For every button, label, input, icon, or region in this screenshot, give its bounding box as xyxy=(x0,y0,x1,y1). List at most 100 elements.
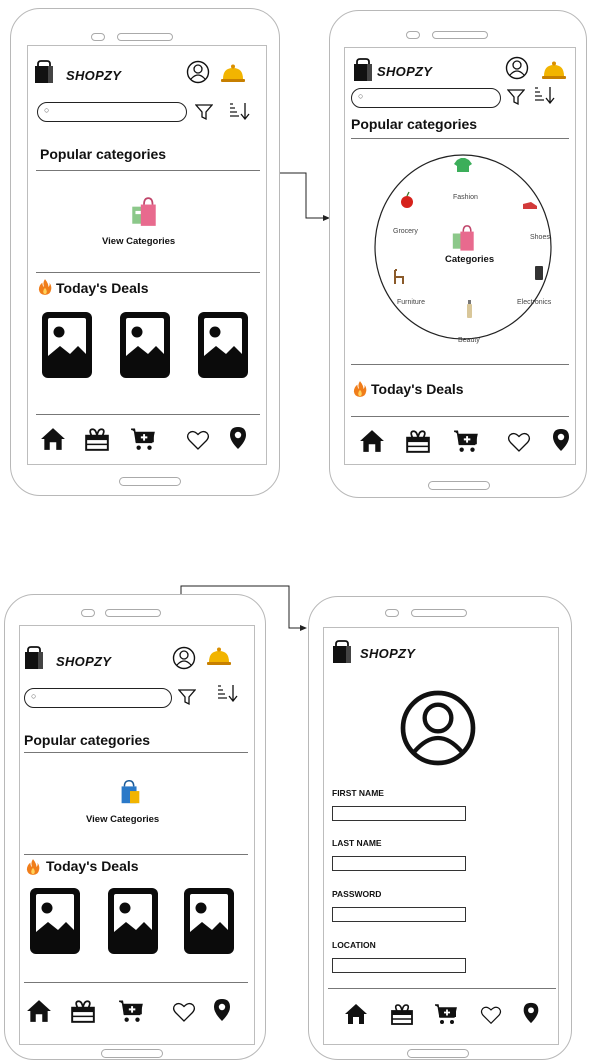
categories-center-label: Categories xyxy=(445,254,495,265)
phone-home-button xyxy=(119,477,181,486)
sort-icon[interactable] xyxy=(216,684,238,702)
sort-icon[interactable] xyxy=(228,102,250,120)
deal-image-placeholder[interactable] xyxy=(120,312,170,378)
divider xyxy=(24,854,248,855)
password-input[interactable] xyxy=(332,907,466,922)
brand-name: SHOPZY xyxy=(56,654,112,669)
cart-icon[interactable] xyxy=(118,998,144,1024)
filter-icon[interactable] xyxy=(178,688,196,706)
popular-categories-title: Popular categories xyxy=(351,116,478,132)
screen-categories: SHOPZY ○ Popular categories Fashion Shoe… xyxy=(344,47,576,465)
category-label-shoes[interactable]: Shoes xyxy=(530,234,550,241)
heart-icon[interactable] xyxy=(507,430,531,454)
deal-image-placeholder[interactable] xyxy=(198,312,248,378)
bottle-icon[interactable] xyxy=(467,304,472,318)
deal-image-placeholder[interactable] xyxy=(108,888,158,954)
phone-categories: SHOPZY ○ Popular categories Fashion Shoe… xyxy=(329,10,587,498)
brand-name: SHOPZY xyxy=(360,646,416,661)
deal-image-placeholder[interactable] xyxy=(42,312,92,378)
view-categories-link[interactable]: View Categories xyxy=(86,814,159,825)
divider xyxy=(328,988,556,989)
phone-camera xyxy=(81,609,95,617)
bell-icon[interactable] xyxy=(541,60,567,80)
location-pin-icon[interactable] xyxy=(226,426,250,450)
heart-icon[interactable] xyxy=(186,428,210,452)
location-label: LOCATION xyxy=(332,940,376,950)
cart-icon[interactable] xyxy=(434,1002,458,1026)
search-icon: ○ xyxy=(31,691,37,701)
home-icon[interactable] xyxy=(26,998,52,1024)
phone-home-button xyxy=(428,481,490,490)
phone-device-icon[interactable] xyxy=(535,266,543,280)
home-icon[interactable] xyxy=(344,1002,368,1026)
category-wheel xyxy=(374,154,552,340)
screen-home-alt: SHOPZY ○ Popular categories View Categor… xyxy=(19,625,255,1045)
deal-image-placeholder[interactable] xyxy=(184,888,234,954)
deal-image-placeholder[interactable] xyxy=(30,888,80,954)
password-label: PASSWORD xyxy=(332,889,382,899)
brand-bag-icon xyxy=(332,640,352,664)
bell-icon[interactable] xyxy=(206,646,232,666)
brand-bag-icon xyxy=(353,58,373,82)
gift-icon[interactable] xyxy=(405,428,431,454)
brand-name: SHOPZY xyxy=(66,68,122,83)
phone-home-alt: SHOPZY ○ Popular categories View Categor… xyxy=(4,594,266,1060)
bell-icon[interactable] xyxy=(220,63,246,83)
brand-name: SHOPZY xyxy=(377,64,433,79)
search-icon: ○ xyxy=(358,91,364,101)
gift-icon[interactable] xyxy=(70,998,96,1024)
profile-icon[interactable] xyxy=(186,60,210,84)
category-label-fashion[interactable]: Fashion xyxy=(453,194,478,201)
shopping-bags-icon[interactable] xyxy=(116,778,144,806)
brand-bag-icon xyxy=(34,60,54,84)
apple-icon[interactable] xyxy=(401,196,413,208)
phone-profile: SHOPZY FIRST NAME LAST NAME PASSWORD LOC… xyxy=(308,596,572,1060)
search-input[interactable]: ○ xyxy=(351,88,501,108)
gift-icon[interactable] xyxy=(84,426,110,452)
avatar-icon[interactable] xyxy=(398,688,478,768)
phone-camera xyxy=(385,609,399,617)
last-name-label: LAST NAME xyxy=(332,838,382,848)
heart-icon[interactable] xyxy=(172,1000,196,1024)
divider xyxy=(351,416,569,417)
screen-profile: SHOPZY FIRST NAME LAST NAME PASSWORD LOC… xyxy=(323,627,559,1045)
category-label-grocery[interactable]: Grocery xyxy=(393,228,418,235)
divider xyxy=(24,752,248,753)
cart-icon[interactable] xyxy=(453,428,479,454)
fire-icon xyxy=(26,858,40,876)
search-icon: ○ xyxy=(44,105,50,115)
category-label-electronics[interactable]: Electronics xyxy=(517,299,551,306)
sort-icon[interactable] xyxy=(533,86,555,104)
category-label-beauty[interactable]: Beauty xyxy=(458,337,480,344)
search-input[interactable]: ○ xyxy=(24,688,172,708)
category-label-furniture[interactable]: Furniture xyxy=(397,299,425,306)
first-name-input[interactable] xyxy=(332,806,466,821)
divider xyxy=(24,982,248,983)
phone-home: SHOPZY ○ Popular categories View Categor… xyxy=(10,8,280,496)
home-icon[interactable] xyxy=(40,426,66,452)
home-icon[interactable] xyxy=(359,428,385,454)
last-name-input[interactable] xyxy=(332,856,466,871)
filter-icon[interactable] xyxy=(195,103,213,121)
view-categories-link[interactable]: View Categories xyxy=(102,236,175,247)
brand-bag-icon xyxy=(24,646,44,670)
first-name-label: FIRST NAME xyxy=(332,788,384,798)
location-input[interactable] xyxy=(332,958,466,973)
popular-categories-title: Popular categories xyxy=(24,732,151,748)
divider xyxy=(36,170,260,171)
profile-icon[interactable] xyxy=(505,56,529,80)
heart-icon[interactable] xyxy=(480,1004,502,1026)
profile-icon[interactable] xyxy=(172,646,196,670)
phone-camera xyxy=(406,31,420,39)
shopping-bags-icon[interactable] xyxy=(128,196,160,228)
search-input[interactable]: ○ xyxy=(37,102,187,122)
location-pin-icon[interactable] xyxy=(549,428,573,452)
location-pin-icon[interactable] xyxy=(520,1002,542,1024)
phone-home-button xyxy=(407,1049,469,1058)
location-pin-icon[interactable] xyxy=(210,998,234,1022)
gift-icon[interactable] xyxy=(390,1002,414,1026)
filter-icon[interactable] xyxy=(507,88,525,106)
divider xyxy=(36,414,260,415)
fire-icon xyxy=(38,278,52,296)
cart-icon[interactable] xyxy=(130,426,156,452)
